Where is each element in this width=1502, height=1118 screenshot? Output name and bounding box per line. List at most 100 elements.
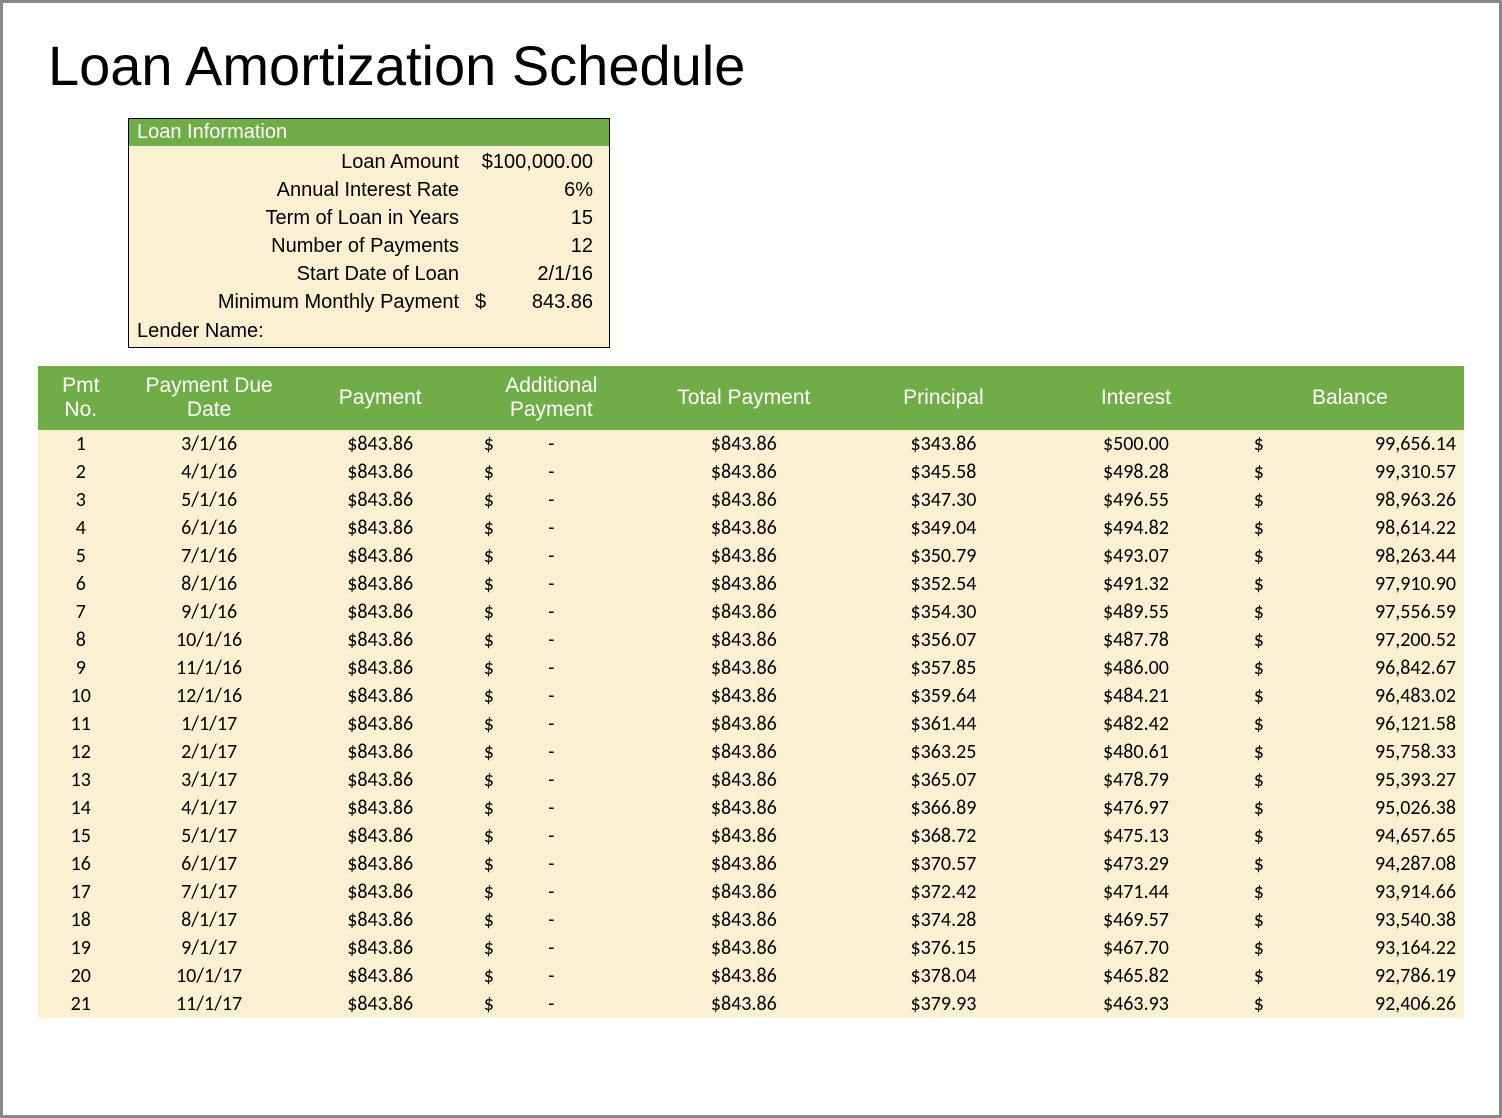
table-cell: $- — [466, 710, 637, 738]
table-cell: $95,393.27 — [1236, 766, 1464, 794]
table-cell: $843.86 — [295, 990, 466, 1018]
table-cell: $843.86 — [637, 654, 851, 682]
table-cell: $843.86 — [295, 794, 466, 822]
loan-info-label: Term of Loan in Years — [139, 204, 469, 232]
schedule-table: Pmt No.Payment Due DatePaymentAdditional… — [38, 366, 1464, 1018]
table-cell: $- — [466, 514, 637, 542]
table-cell: 21 — [38, 990, 124, 1018]
table-cell: 6 — [38, 570, 124, 598]
table-cell: $843.86 — [295, 822, 466, 850]
table-cell: 2/1/17 — [124, 738, 295, 766]
table-cell: $- — [466, 738, 637, 766]
table-cell: $843.86 — [295, 906, 466, 934]
table-cell: 10 — [38, 682, 124, 710]
table-cell: $- — [466, 766, 637, 794]
table-cell: $473.29 — [1036, 850, 1236, 878]
table-cell: $93,540.38 — [1236, 906, 1464, 934]
table-cell: $478.79 — [1036, 766, 1236, 794]
table-cell: 3/1/16 — [124, 430, 295, 458]
table-cell: $- — [466, 598, 637, 626]
table-cell: $- — [466, 458, 637, 486]
table-cell: $376.15 — [851, 934, 1036, 962]
loan-info-value: $100,000.00 — [469, 148, 599, 176]
table-cell: 6/1/17 — [124, 850, 295, 878]
table-cell: $843.86 — [637, 906, 851, 934]
loan-info-label: Number of Payments — [139, 232, 469, 260]
table-row: 24/1/16$843.86$-$843.86$345.58$498.28$99… — [38, 458, 1464, 486]
table-cell: $843.86 — [637, 794, 851, 822]
table-cell: $482.42 — [1036, 710, 1236, 738]
table-cell: 14 — [38, 794, 124, 822]
table-cell: $843.86 — [295, 878, 466, 906]
table-cell: $843.86 — [637, 990, 851, 1018]
table-cell: $491.32 — [1036, 570, 1236, 598]
table-row: 1012/1/16$843.86$-$843.86$359.64$484.21$… — [38, 682, 1464, 710]
table-cell: $475.13 — [1036, 822, 1236, 850]
loan-info-row: Annual Interest Rate6% — [129, 176, 609, 204]
table-cell: 5/1/17 — [124, 822, 295, 850]
document-page: Loan Amortization Schedule Loan Informat… — [0, 0, 1502, 1118]
table-cell: $843.86 — [295, 626, 466, 654]
table-cell: $366.89 — [851, 794, 1036, 822]
table-cell: $- — [466, 822, 637, 850]
table-cell: 10/1/17 — [124, 962, 295, 990]
table-cell: $487.78 — [1036, 626, 1236, 654]
table-cell: 11 — [38, 710, 124, 738]
schedule-header-cell: Pmt No. — [38, 366, 124, 430]
table-cell: $843.86 — [295, 766, 466, 794]
schedule-header-cell: Additional Payment — [466, 366, 637, 430]
table-cell: $843.86 — [295, 654, 466, 682]
loan-info-row: Number of Payments12 — [129, 232, 609, 260]
schedule-header-cell: Principal — [851, 366, 1036, 430]
table-cell: 1/1/17 — [124, 710, 295, 738]
table-cell: $843.86 — [637, 822, 851, 850]
table-cell: 3 — [38, 486, 124, 514]
table-cell: $- — [466, 626, 637, 654]
table-row: 166/1/17$843.86$-$843.86$370.57$473.29$9… — [38, 850, 1464, 878]
table-cell: 5 — [38, 542, 124, 570]
table-cell: $467.70 — [1036, 934, 1236, 962]
table-cell: $463.93 — [1036, 990, 1236, 1018]
table-cell: $843.86 — [295, 934, 466, 962]
loan-info-value: 12 — [469, 232, 599, 260]
table-cell: $- — [466, 878, 637, 906]
table-cell: 18 — [38, 906, 124, 934]
table-cell: 13 — [38, 766, 124, 794]
table-cell: $- — [466, 906, 637, 934]
table-cell: 9 — [38, 654, 124, 682]
table-cell: $92,406.26 — [1236, 990, 1464, 1018]
table-cell: $843.86 — [637, 598, 851, 626]
table-cell: $354.30 — [851, 598, 1036, 626]
table-cell: $365.07 — [851, 766, 1036, 794]
table-cell: $843.86 — [637, 934, 851, 962]
table-cell: $- — [466, 850, 637, 878]
table-cell: 4 — [38, 514, 124, 542]
table-cell: $843.86 — [637, 850, 851, 878]
table-cell: 3/1/17 — [124, 766, 295, 794]
loan-info-label: Start Date of Loan — [139, 260, 469, 288]
table-cell: $471.44 — [1036, 878, 1236, 906]
table-cell: $363.25 — [851, 738, 1036, 766]
loan-info-row: Loan Amount$100,000.00 — [129, 148, 609, 176]
table-row: 2111/1/17$843.86$-$843.86$379.93$463.93$… — [38, 990, 1464, 1018]
table-cell: 11/1/17 — [124, 990, 295, 1018]
table-cell: $843.86 — [637, 514, 851, 542]
table-row: 911/1/16$843.86$-$843.86$357.85$486.00$9… — [38, 654, 1464, 682]
table-row: 177/1/17$843.86$-$843.86$372.42$471.44$9… — [38, 878, 1464, 906]
schedule-header-cell: Balance — [1236, 366, 1464, 430]
table-cell: $352.54 — [851, 570, 1036, 598]
table-cell: 9/1/16 — [124, 598, 295, 626]
table-cell: $498.28 — [1036, 458, 1236, 486]
table-cell: $500.00 — [1036, 430, 1236, 458]
loan-info-row: Term of Loan in Years15 — [129, 204, 609, 232]
table-cell: 10/1/16 — [124, 626, 295, 654]
loan-info-value: 2/1/16 — [469, 260, 599, 288]
table-cell: $- — [466, 542, 637, 570]
table-row: 13/1/16$843.86$-$843.86$343.86$500.00$99… — [38, 430, 1464, 458]
schedule-header-cell: Total Payment — [637, 366, 851, 430]
table-row: 199/1/17$843.86$-$843.86$376.15$467.70$9… — [38, 934, 1464, 962]
table-cell: $94,657.65 — [1236, 822, 1464, 850]
table-cell: $843.86 — [295, 682, 466, 710]
table-cell: 4/1/16 — [124, 458, 295, 486]
table-cell: $- — [466, 990, 637, 1018]
